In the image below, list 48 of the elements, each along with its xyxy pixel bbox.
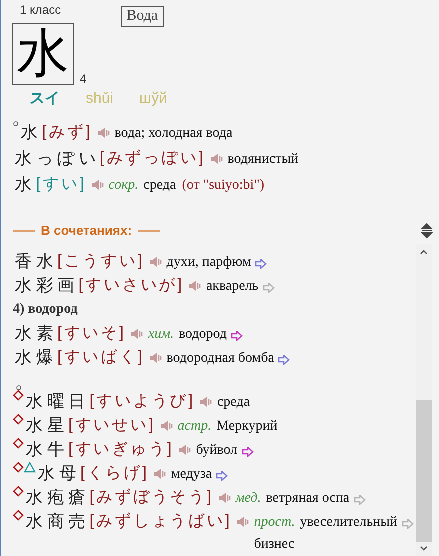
definition: водянистый: [228, 151, 299, 169]
kanji-box: 水: [12, 23, 74, 85]
definition: акварель: [206, 278, 259, 296]
on-reading: スイ: [30, 89, 60, 109]
definition: среда: [217, 394, 250, 412]
word: 水商売: [25, 511, 90, 533]
word: 水曜日: [25, 391, 90, 413]
definition: медуза: [171, 466, 212, 484]
definition: астр. Меркурий: [178, 418, 278, 436]
word: 水爆: [14, 346, 58, 368]
reading: [すいせい]: [68, 416, 156, 436]
reading: [すいそ]: [58, 324, 126, 344]
definition: духи, парфюм: [166, 254, 252, 272]
definition: буйвол: [196, 442, 238, 460]
word: 水素: [14, 322, 58, 344]
word: 水: [20, 122, 42, 144]
definition: водородная бомба: [166, 350, 274, 368]
reading: [みずしょうばい]: [90, 512, 232, 532]
reading: [すいさいが]: [78, 276, 184, 296]
definition: сокр. среда (от "suiyo:bi"): [108, 177, 265, 195]
word: 水: [14, 174, 36, 196]
reading: [すいようび]: [90, 392, 196, 412]
reading: [みずっぽい]: [100, 148, 206, 169]
reading: [すいばく]: [58, 348, 145, 368]
meaning-box: Вода: [120, 6, 164, 27]
reading: [みず]: [42, 122, 93, 143]
definition: мед. ветряная оспа: [236, 490, 350, 508]
definition: вода; холодная вода: [114, 125, 233, 143]
word: 水疱瘡: [25, 487, 90, 509]
reading: [みずぼうそう]: [90, 488, 214, 508]
reading: [すい]: [36, 175, 87, 195]
word: 水母: [37, 463, 80, 485]
grade-label: 1 класс: [19, 3, 62, 17]
reading: [こうすい]: [58, 252, 145, 272]
stroke-count: 4: [80, 73, 87, 85]
reading: [くらげ]: [80, 464, 150, 484]
word: 水牛: [25, 439, 68, 461]
word: 水星: [25, 415, 68, 437]
pinyin: shǔi: [86, 89, 114, 109]
word: 香水: [14, 250, 58, 272]
cyrillic-reading: шўй: [140, 89, 168, 109]
sense-heading: 4) водород: [13, 300, 79, 318]
word: 水っぽい: [14, 148, 100, 170]
reading: [すいぎゅう]: [68, 440, 174, 460]
definition: прост. увеселительный бизнес: [254, 514, 398, 554]
word: 水彩画: [14, 274, 79, 296]
section-title: В сочетаниях:: [41, 222, 132, 240]
definition: хим. водород: [148, 326, 228, 344]
